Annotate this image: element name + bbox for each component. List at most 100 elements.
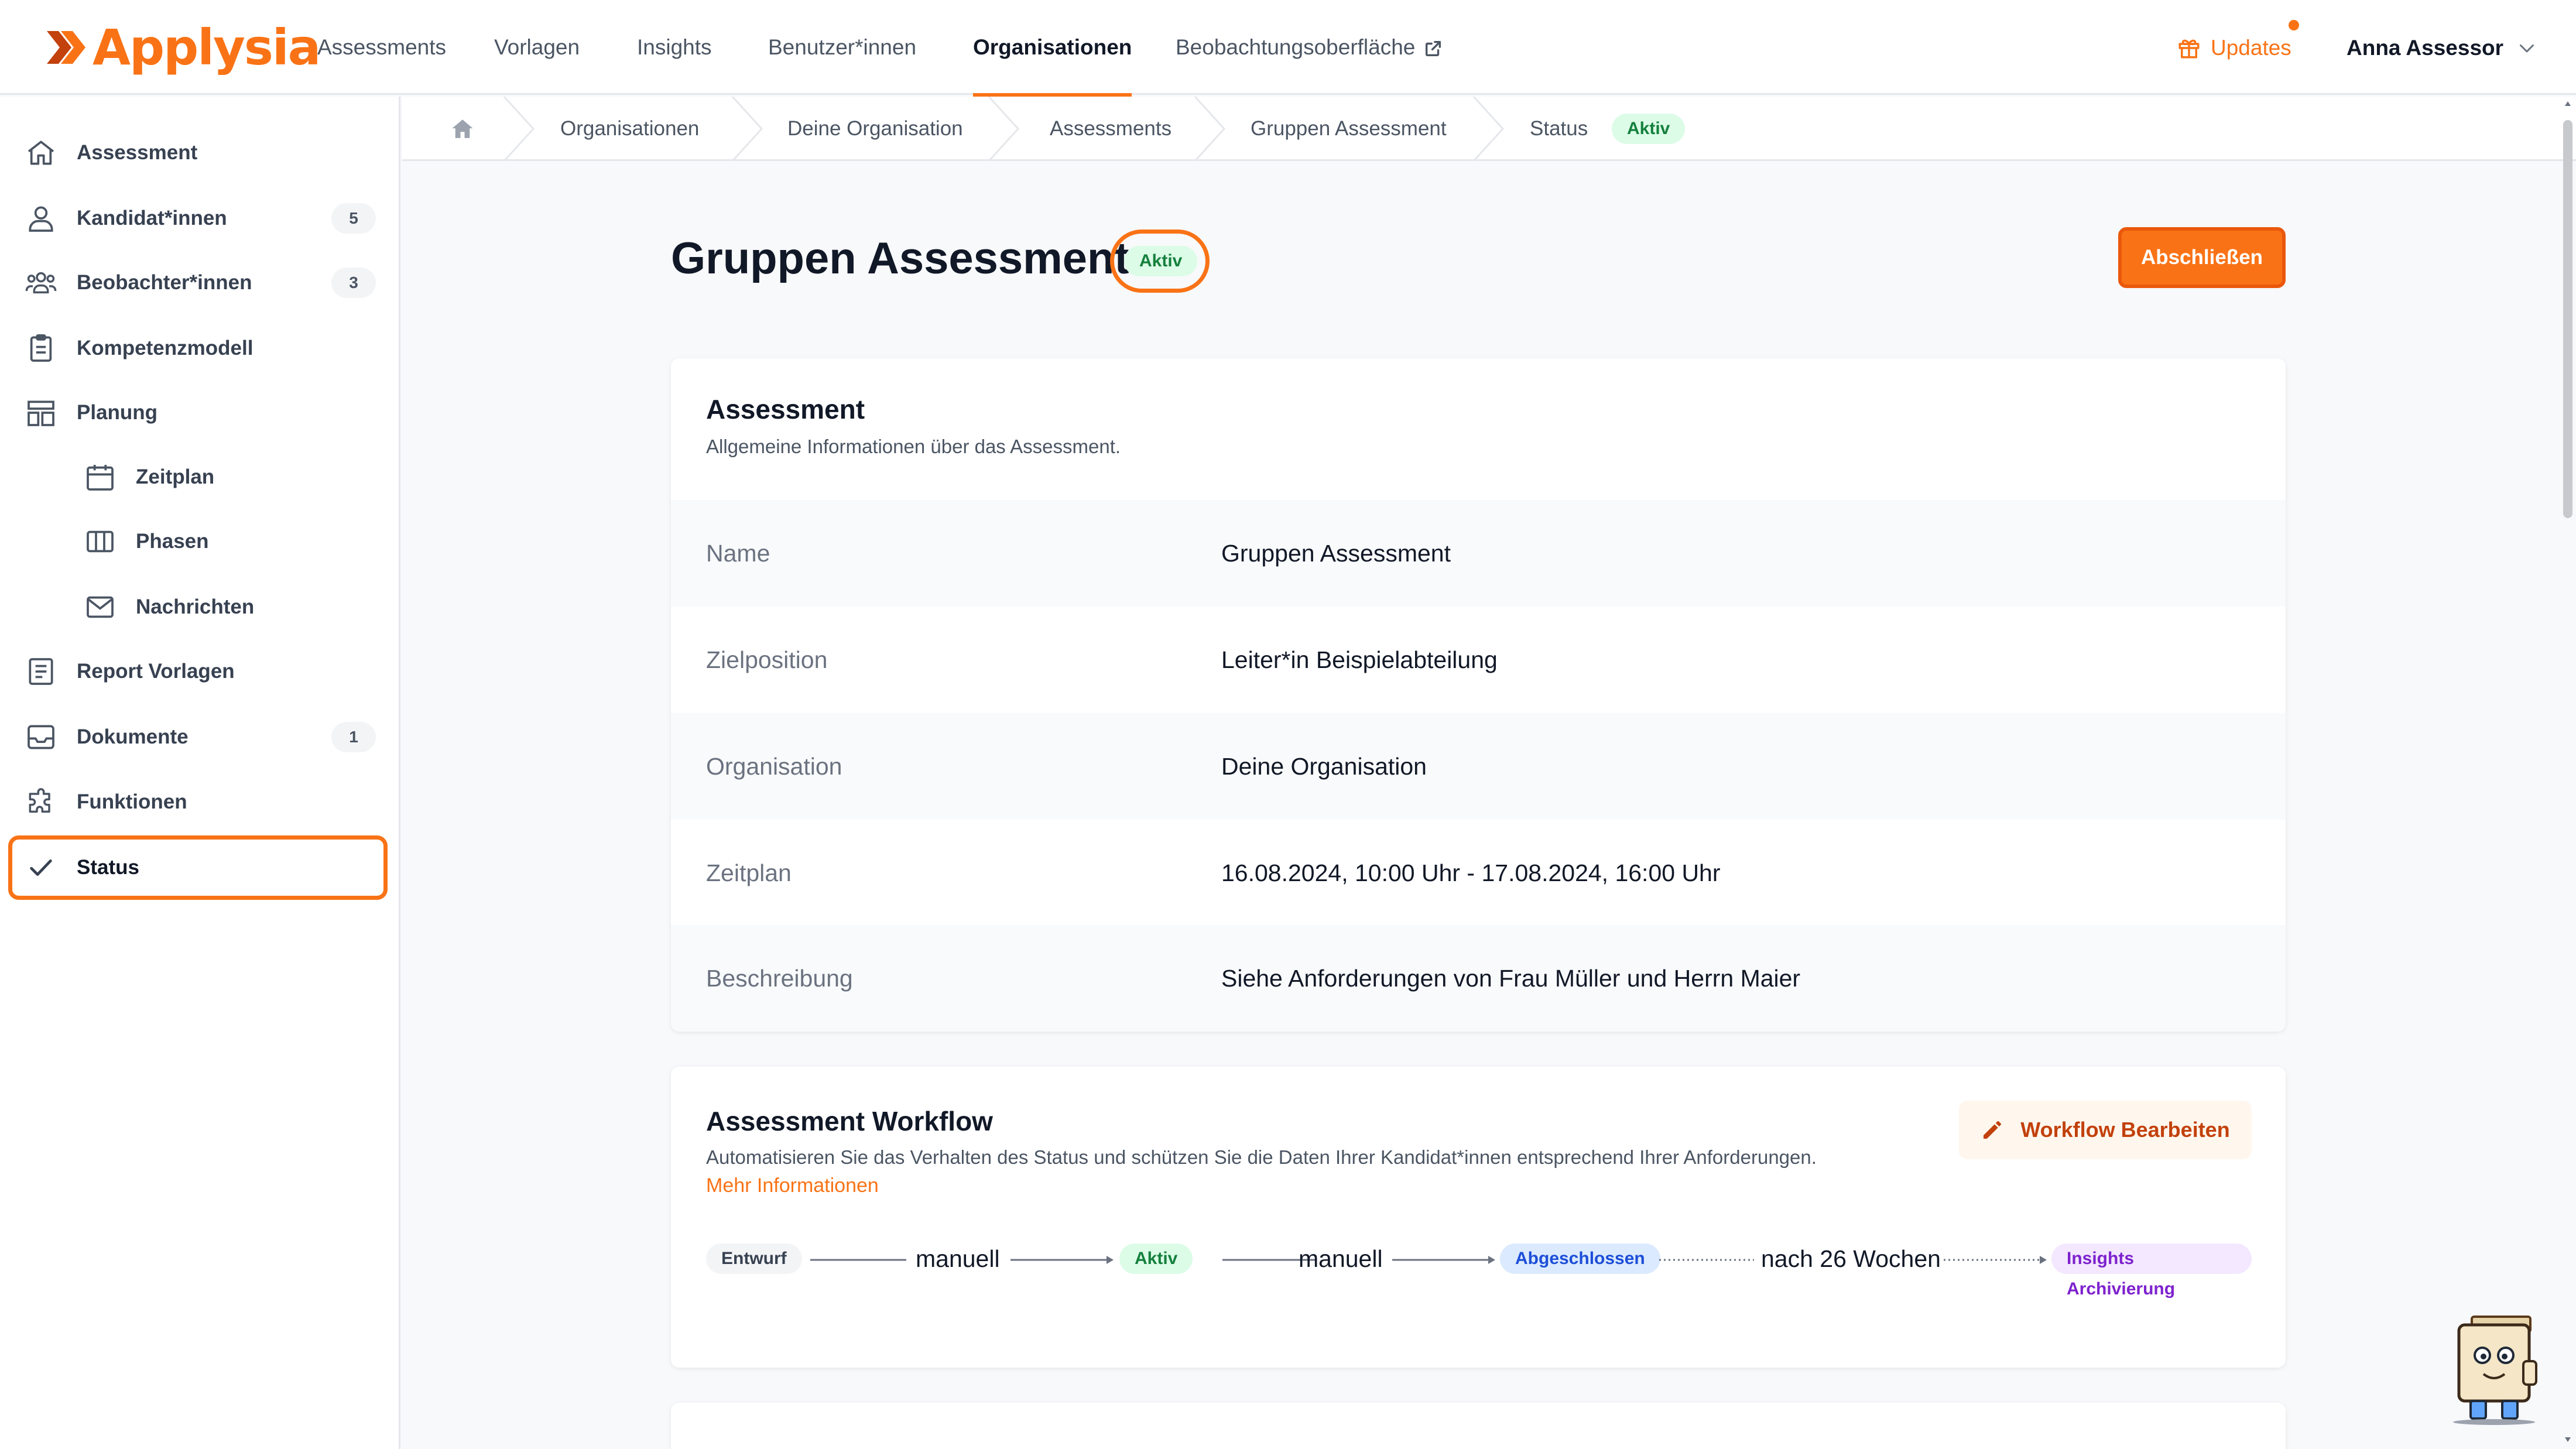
updates-notification-dot — [2289, 20, 2299, 30]
updates-button[interactable]: Updates — [2177, 32, 2291, 64]
workflow-trigger: manuell — [1299, 1245, 1383, 1272]
more-info-link[interactable]: Mehr Informationen — [706, 1174, 879, 1197]
sidebar-item-zeitplan[interactable]: Zeitplan — [0, 445, 400, 509]
breadcrumb: Organisationen Deine Organisation Assess… — [402, 97, 2576, 161]
info-row: Zielposition Leiter*in Beispielabteilung — [671, 607, 2286, 713]
inbox-icon — [28, 725, 54, 749]
puzzle-icon — [29, 788, 50, 813]
sidebar-item-label: Planung — [77, 401, 158, 424]
scroll-down-icon[interactable] — [2564, 1436, 2571, 1443]
sidebar-item-kompetenzmodell[interactable]: Kompetenzmodell — [0, 316, 400, 381]
nav-beobachtungsoberflaeche[interactable]: Beobachtungsoberfläche — [1176, 0, 1443, 95]
logo-text-rest: pplysia — [129, 19, 321, 76]
flow-arrow-icon — [1392, 1256, 1495, 1264]
breadcrumb-status-pill-wrap: Aktiv — [1612, 114, 1686, 144]
sidebar-item-beobachterinnen[interactable]: Beobachter*innen 3 — [0, 251, 400, 315]
finish-button[interactable]: Abschließen — [2118, 227, 2286, 288]
info-row: Beschreibung Siehe Anforderungen von Fra… — [671, 925, 2286, 1032]
sidebar-item-label: Zeitplan — [136, 465, 215, 488]
count-badge: 3 — [331, 268, 376, 298]
sidebar-item-assessment[interactable]: Assessment — [0, 121, 400, 185]
nav-beobachtungsoberflaeche-label: Beobachtungsoberfläche — [1176, 35, 1416, 59]
assessment-workflow-card: Assessment Workflow Automatisieren Sie d… — [671, 1067, 2286, 1368]
user-name: Anna Assessor — [2347, 36, 2504, 60]
breadcrumb-gruppen-assessment[interactable]: Gruppen Assessment — [1251, 97, 1447, 161]
external-link-icon — [1426, 41, 1441, 57]
workflow-trigger: manuell — [916, 1245, 1000, 1272]
flow-arrow-icon — [1010, 1256, 1114, 1264]
breadcrumb-deine-organisation[interactable]: Deine Organisation — [787, 97, 963, 161]
breadcrumb-assessments[interactable]: Assessments — [1050, 97, 1171, 161]
page-scrollbar[interactable] — [2560, 97, 2576, 1449]
nav-organisationen[interactable]: Organisationen — [973, 0, 1132, 97]
pencil-icon — [1984, 1121, 2002, 1139]
info-row-key: Zeitplan — [706, 859, 792, 886]
top-navigation: Applysia Assessments Vorlagen Insights B… — [0, 0, 2576, 97]
logo-text-first: A — [93, 19, 131, 76]
workflow-diagram: Entwurf manuell Aktiv manuell Abgeschlos… — [706, 1235, 2252, 1299]
breadcrumb-separator-icon — [731, 97, 763, 161]
status-highlight-outline — [8, 835, 388, 900]
columns-icon — [87, 530, 114, 553]
info-row: Organisation Deine Organisation — [671, 713, 2286, 820]
info-row-value: Deine Organisation — [1221, 753, 1427, 780]
home-breadcrumb-icon[interactable] — [450, 117, 475, 141]
gift-icon — [2178, 39, 2200, 59]
home-icon — [28, 141, 54, 165]
nav-vorlagen[interactable]: Vorlagen — [494, 0, 580, 95]
breadcrumb-separator-icon — [1194, 97, 1226, 161]
status-pill: Aktiv — [1612, 114, 1686, 144]
sidebar-item-funktionen[interactable]: Funktionen — [0, 770, 400, 834]
info-row-key: Beschreibung — [706, 965, 853, 992]
breadcrumb-separator-icon — [988, 97, 1020, 161]
sidebar-item-label: Kompetenzmodell — [77, 337, 254, 359]
user-icon — [29, 206, 53, 232]
info-row: Zeitplan 16.08.2024, 10:00 Uhr - 17.08.2… — [671, 820, 2286, 926]
scroll-up-icon[interactable] — [2564, 100, 2571, 107]
logo-chevrons-icon — [47, 31, 85, 64]
workflow-trigger: nach 26 Wochen — [1761, 1245, 1941, 1272]
nav-benutzer[interactable]: Benutzer*innen — [768, 0, 916, 95]
report-icon — [29, 658, 53, 685]
next-card — [671, 1403, 2286, 1449]
edit-workflow-button[interactable]: Workflow Bearbeiten — [1959, 1101, 2252, 1159]
count-badge: 1 — [331, 722, 376, 752]
info-row-key: Name — [706, 540, 770, 567]
sidebar-item-label: Funktionen — [77, 790, 187, 813]
sidebar: Assessment Kandidat*innen 5 Beobachter*i… — [0, 97, 400, 1449]
mail-icon — [87, 596, 114, 618]
calendar-icon — [87, 465, 114, 491]
sidebar-item-kandidatinnen[interactable]: Kandidat*innen 5 — [0, 186, 400, 251]
sidebar-item-dokumente[interactable]: Dokumente 1 — [0, 705, 400, 769]
sidebar-item-label: Beobachter*innen — [77, 271, 252, 294]
card-title: Assessment Workflow — [706, 1106, 993, 1136]
workflow-state-abgeschlossen: Abgeschlossen — [1500, 1244, 1660, 1274]
sidebar-item-phasen[interactable]: Phasen — [0, 509, 400, 574]
users-icon — [25, 272, 57, 294]
card-subtitle: Allgemeine Informationen über das Assess… — [706, 436, 1121, 457]
sidebar-item-label: Phasen — [136, 530, 209, 553]
info-row-value: 16.08.2024, 10:00 Uhr - 17.08.2024, 16:0… — [1221, 859, 1721, 886]
breadcrumb-organisationen[interactable]: Organisationen — [560, 97, 699, 161]
info-row: Name Gruppen Assessment — [671, 500, 2286, 607]
status-pill-highlight-outline — [1110, 229, 1210, 293]
page-title: Gruppen Assessment — [671, 234, 1129, 283]
edit-workflow-label: Workflow Bearbeiten — [2020, 1118, 2230, 1142]
breadcrumb-status[interactable]: Status — [1530, 97, 1588, 161]
nav-assessments[interactable]: Assessments — [317, 0, 446, 95]
info-row-value: Gruppen Assessment — [1221, 540, 1451, 567]
sidebar-item-nachrichten[interactable]: Nachrichten — [0, 575, 400, 639]
flow-arrow-dotted-icon — [1944, 1256, 2047, 1264]
scrollbar-thumb[interactable] — [2563, 120, 2572, 518]
sidebar-item-report-vorlagen[interactable]: Report Vorlagen — [0, 639, 400, 704]
workflow-state-entwurf: Entwurf — [706, 1244, 802, 1274]
count-badge: 5 — [331, 203, 376, 234]
nav-insights[interactable]: Insights — [637, 0, 712, 95]
sidebar-item-planung[interactable]: Planung — [0, 381, 400, 445]
info-row-value: Leiter*in Beispielabteilung — [1221, 646, 1498, 673]
applysia-logo[interactable]: Applysia — [46, 15, 321, 80]
updates-label: Updates — [2211, 36, 2291, 60]
mascot-assistant-icon[interactable] — [2441, 1308, 2547, 1426]
user-menu[interactable]: Anna Assessor — [2347, 32, 2537, 64]
card-title: Assessment — [706, 394, 865, 424]
